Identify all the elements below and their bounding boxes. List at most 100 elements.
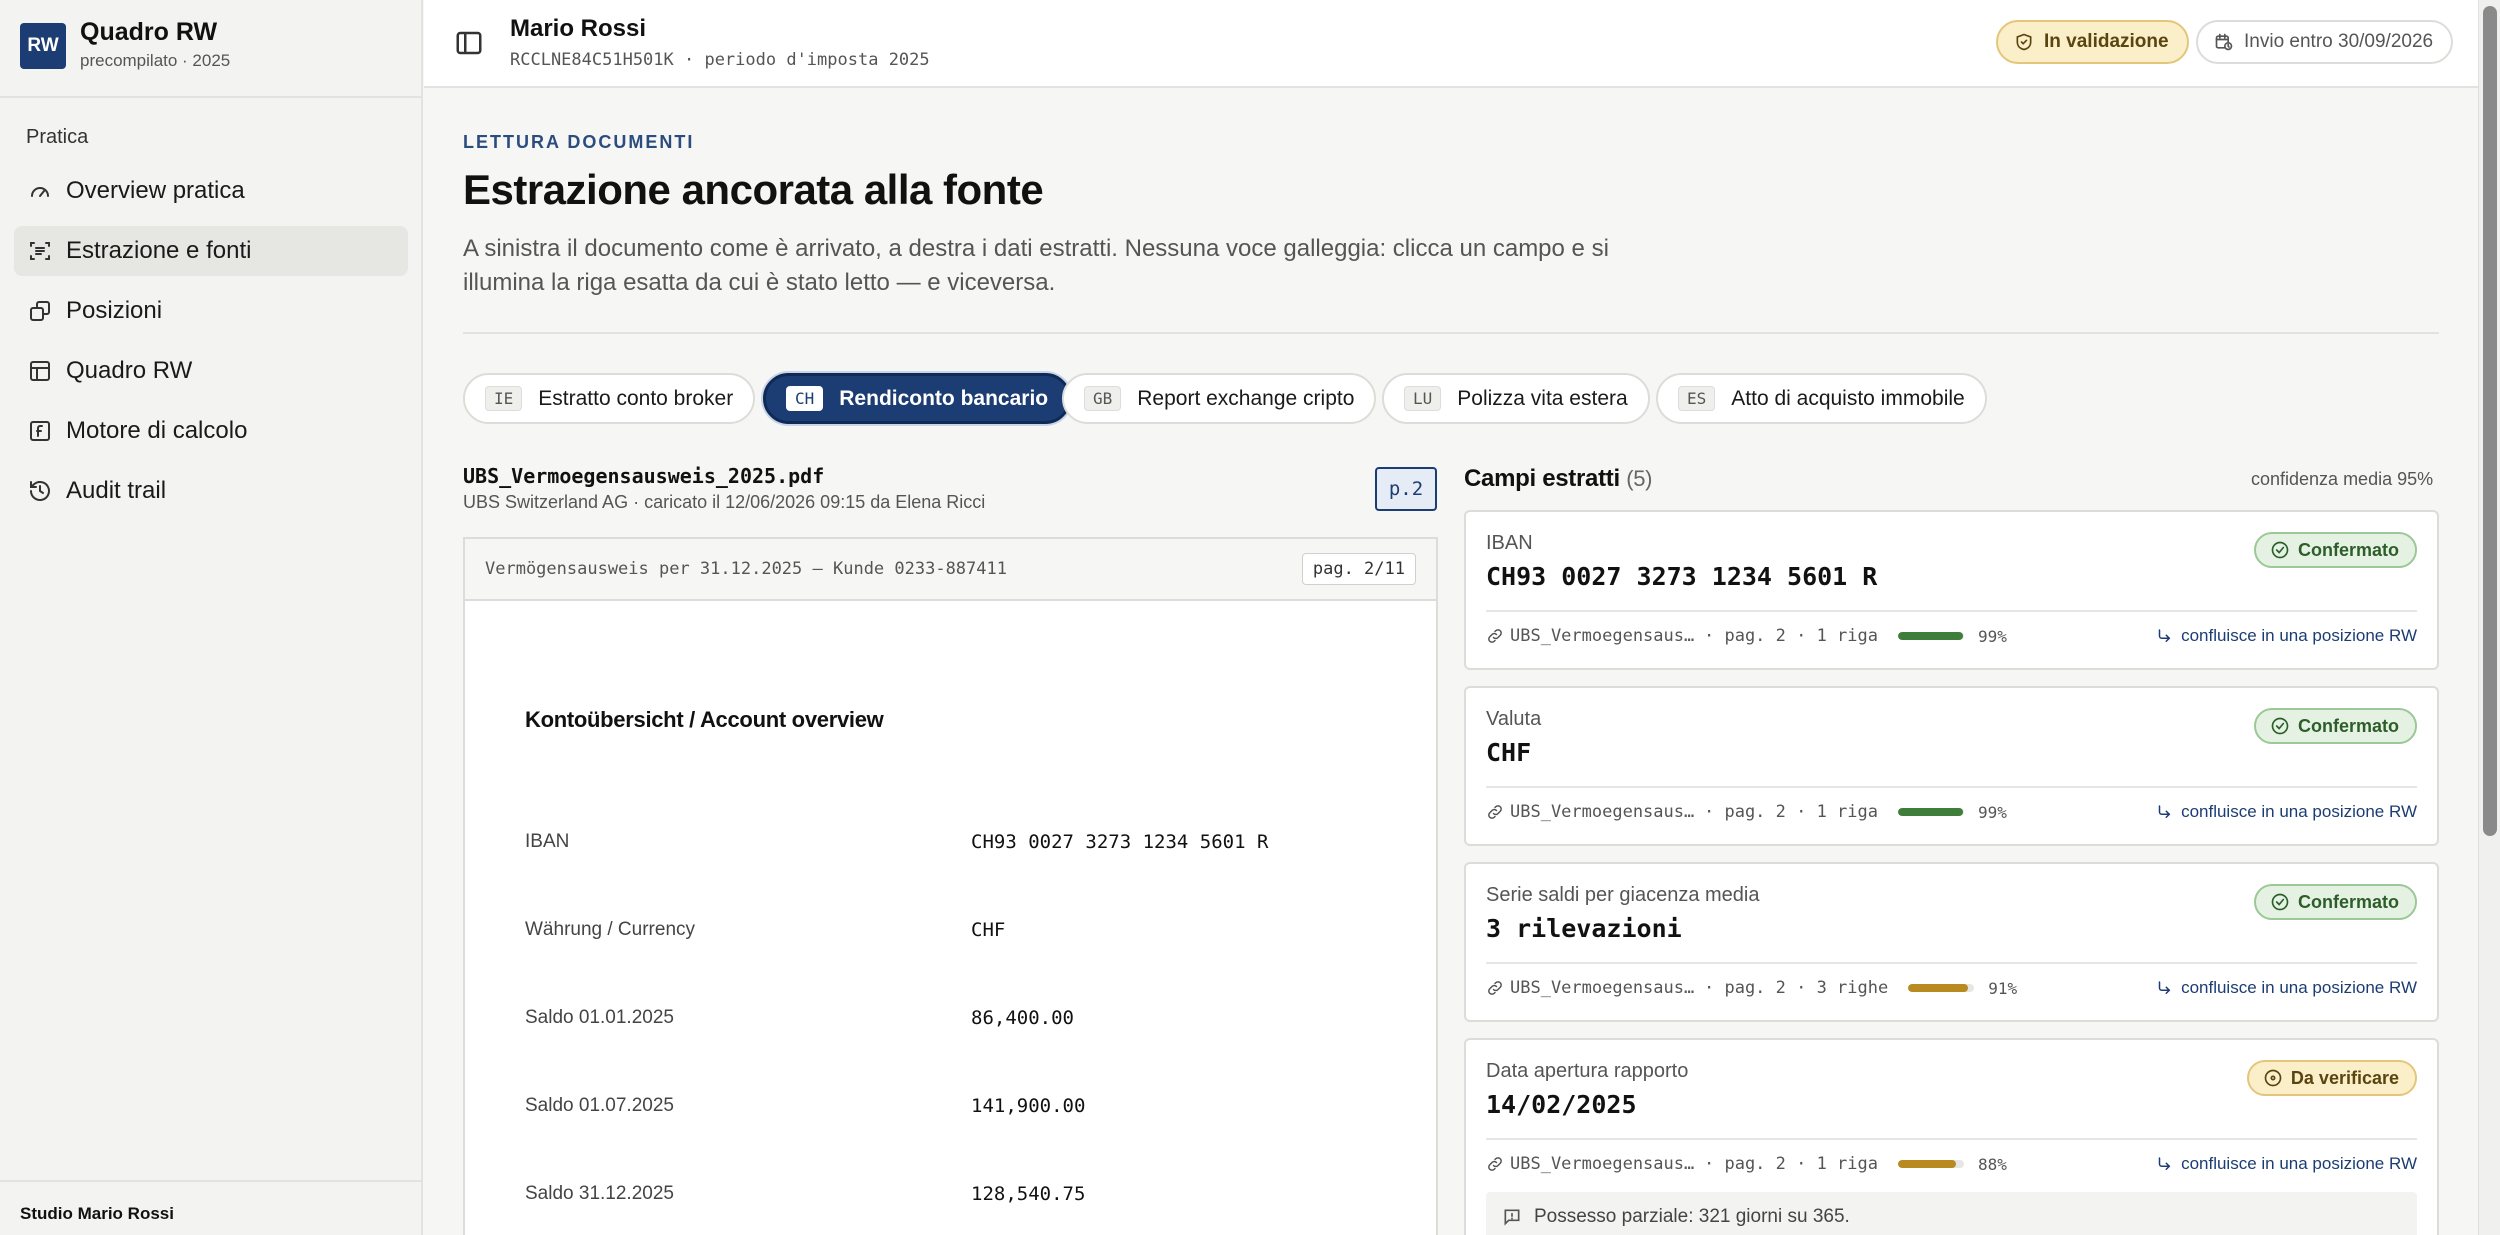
sidebar-item-audit-trail[interactable]: Audit trail xyxy=(14,466,408,516)
confidence-bar xyxy=(1898,808,1964,816)
document-row-label[interactable]: Saldo 01.01.2025 xyxy=(525,1007,674,1029)
status-label: In validazione xyxy=(2044,31,2169,52)
source-location: · pag. 2 · 1 riga xyxy=(1704,626,1878,646)
field-status-label: Confermato xyxy=(2297,891,2399,912)
sidebar-item-label: Posizioni xyxy=(66,297,163,324)
confidence-fill xyxy=(1898,1160,1957,1168)
sidebar-item-positions[interactable]: Posizioni xyxy=(14,286,408,336)
flows-into-rw-link[interactable]: confluisce in una posizione RW xyxy=(2155,626,2417,646)
flows-into-rw-link[interactable]: confluisce in una posizione RW xyxy=(2155,978,2417,998)
link-icon xyxy=(1488,629,1502,643)
confidence-bar xyxy=(1908,984,1975,992)
document-row-label[interactable]: Saldo 31.12.2025 xyxy=(525,1183,674,1205)
field-source-link[interactable]: UBS_Vermoegensausweis_2025.pdf · pag. 2 … xyxy=(1486,978,2017,998)
field-card[interactable]: IBAN CH93 0027 3273 1234 5601 R Conferma… xyxy=(1464,510,2439,670)
field-label: Data apertura rapporto xyxy=(1486,1060,1689,1082)
document-meta: UBS Switzerland AG · caricato il 12/06/2… xyxy=(463,492,986,512)
source-file: UBS_Vermoegensausweis_2025.pdf xyxy=(1510,626,1698,646)
document-row-value[interactable]: 141,900.00 xyxy=(971,1095,1085,1117)
topbar: Mario Rossi RCCLNE84C51H501K · periodo d… xyxy=(424,0,2478,88)
confidence-bar xyxy=(1898,1160,1964,1168)
field-status-badge: Confermato xyxy=(2253,532,2417,568)
country-code: GB xyxy=(1084,386,1122,411)
calendar-clock-icon xyxy=(2215,33,2233,51)
field-label: Serie saldi per giacenza media xyxy=(1486,884,1760,906)
confidence-percent: 99% xyxy=(1978,802,2007,822)
sidebar-item-quadro-rw[interactable]: Quadro RW xyxy=(14,346,408,396)
page-chip[interactable]: p.2 xyxy=(1375,467,1437,511)
field-note: Possesso parziale: 321 giorni su 365. xyxy=(1486,1192,2417,1235)
corner-down-right-icon xyxy=(2158,981,2171,994)
document-viewer-header: Vermögensausweis per 31.12.2025 — Kunde … xyxy=(465,539,1436,601)
field-value: CH93 0027 3273 1234 5601 R xyxy=(1486,562,1878,591)
field-card[interactable]: Valuta CHF Confermato UBS_Vermoegensausw… xyxy=(1464,686,2439,846)
confidence-percent: 99% xyxy=(1978,626,2007,646)
doc-tab-bank-statement[interactable]: CH Rendiconto bancario xyxy=(763,373,1072,424)
doc-tab-life-policy[interactable]: LU Polizza vita estera xyxy=(1382,373,1650,424)
sidebar-item-label: Audit trail xyxy=(66,477,167,504)
document-row-value[interactable]: CHF xyxy=(971,919,1005,941)
field-source-link[interactable]: UBS_Vermoegensausweis_2025.pdf · pag. 2 … xyxy=(1486,626,2007,646)
flows-into-label: confluisce in una posizione RW xyxy=(2181,626,2417,645)
stack-icon xyxy=(26,297,54,325)
document-row-label[interactable]: Währung / Currency xyxy=(525,919,695,941)
page-scrollbar[interactable] xyxy=(2478,0,2500,1235)
flows-into-rw-link[interactable]: confluisce in una posizione RW xyxy=(2155,1154,2417,1174)
document-row-label[interactable]: Saldo 01.07.2025 xyxy=(525,1095,674,1117)
confidence-fill xyxy=(1908,984,1969,992)
gauge-icon xyxy=(26,177,54,205)
field-status-label: Confermato xyxy=(2297,715,2399,736)
status-badge[interactable]: In validazione xyxy=(1996,20,2189,64)
document-row-value[interactable]: CH93 0027 3273 1234 5601 R xyxy=(971,831,1268,853)
history-icon xyxy=(26,477,54,505)
brand-title: Quadro RW xyxy=(80,18,218,46)
field-source-link[interactable]: UBS_Vermoegensausweis_2025.pdf · pag. 2 … xyxy=(1486,1154,2007,1174)
source-file: UBS_Vermoegensausweis_2025.pdf xyxy=(1510,1154,1698,1174)
field-status-badge: Da verificare xyxy=(2246,1060,2417,1096)
table-icon xyxy=(26,357,54,385)
deadline-label: Invio entro 30/09/2026 xyxy=(2244,31,2434,52)
link-icon xyxy=(1488,805,1502,819)
country-code: IE xyxy=(485,386,523,411)
field-status-label: Da verificare xyxy=(2290,1067,2399,1088)
field-status-label: Confermato xyxy=(2297,539,2399,560)
sidebar-item-label: Overview pratica xyxy=(66,177,245,204)
field-card[interactable]: Serie saldi per giacenza media 3 rilevaz… xyxy=(1464,862,2439,1022)
document-row-value[interactable]: 86,400.00 xyxy=(971,1007,1074,1029)
field-source-link[interactable]: UBS_Vermoegensausweis_2025.pdf · pag. 2 … xyxy=(1486,802,2007,822)
field-status-badge: Confermato xyxy=(2253,708,2417,744)
nav-section-label: Pratica xyxy=(26,126,89,148)
calculator-icon xyxy=(26,417,54,445)
field-value: 3 rilevazioni xyxy=(1486,914,1682,943)
doc-tab-property-deed[interactable]: ES Atto di acquisto immobile xyxy=(1656,373,1987,424)
sidebar-panel-icon xyxy=(456,31,482,55)
field-value: CHF xyxy=(1486,738,1532,767)
tab-label: Atto di acquisto immobile xyxy=(1731,386,1965,410)
document-row-value[interactable]: 128,540.75 xyxy=(971,1183,1085,1205)
doc-tab-crypto-report[interactable]: GB Report exchange cripto xyxy=(1062,373,1377,424)
scrollbar-thumb[interactable] xyxy=(2483,6,2497,836)
field-card[interactable]: Data apertura rapporto 14/02/2025 Da ver… xyxy=(1464,1038,2439,1235)
document-row-label[interactable]: IBAN xyxy=(525,831,569,853)
toggle-sidebar-button[interactable] xyxy=(454,28,484,58)
corner-down-right-icon xyxy=(2158,629,2171,642)
country-code: CH xyxy=(786,386,824,411)
page-description: A sinistra il documento come è arrivato,… xyxy=(463,235,1609,296)
field-label: Valuta xyxy=(1486,708,1542,730)
doc-tab-broker-statement[interactable]: IE Estratto conto broker xyxy=(463,373,756,424)
sidebar-item-overview[interactable]: Overview pratica xyxy=(14,166,408,216)
source-location: · pag. 2 · 1 riga xyxy=(1704,1154,1878,1174)
sidebar-item-calc-engine[interactable]: Motore di calcolo xyxy=(14,406,408,456)
source-location: · pag. 2 · 1 riga xyxy=(1704,802,1878,822)
flows-into-rw-link[interactable]: confluisce in una posizione RW xyxy=(2155,802,2417,822)
sidebar-item-extraction[interactable]: Estrazione e fonti xyxy=(14,226,408,276)
sidebar-item-label: Estrazione e fonti xyxy=(66,237,252,264)
deadline-badge[interactable]: Invio entro 30/09/2026 xyxy=(2196,20,2454,64)
document-viewer[interactable]: Vermögensausweis per 31.12.2025 — Kunde … xyxy=(463,537,1438,1235)
link-icon xyxy=(1488,981,1502,995)
flows-into-label: confluisce in una posizione RW xyxy=(2181,978,2417,997)
document-header-text: Vermögensausweis per 31.12.2025 — Kunde … xyxy=(485,559,1007,579)
confidence-fill xyxy=(1898,632,1964,640)
source-file: UBS_Vermoegensausweis_2025.pdf xyxy=(1510,802,1698,822)
tab-label: Polizza vita estera xyxy=(1457,386,1628,410)
